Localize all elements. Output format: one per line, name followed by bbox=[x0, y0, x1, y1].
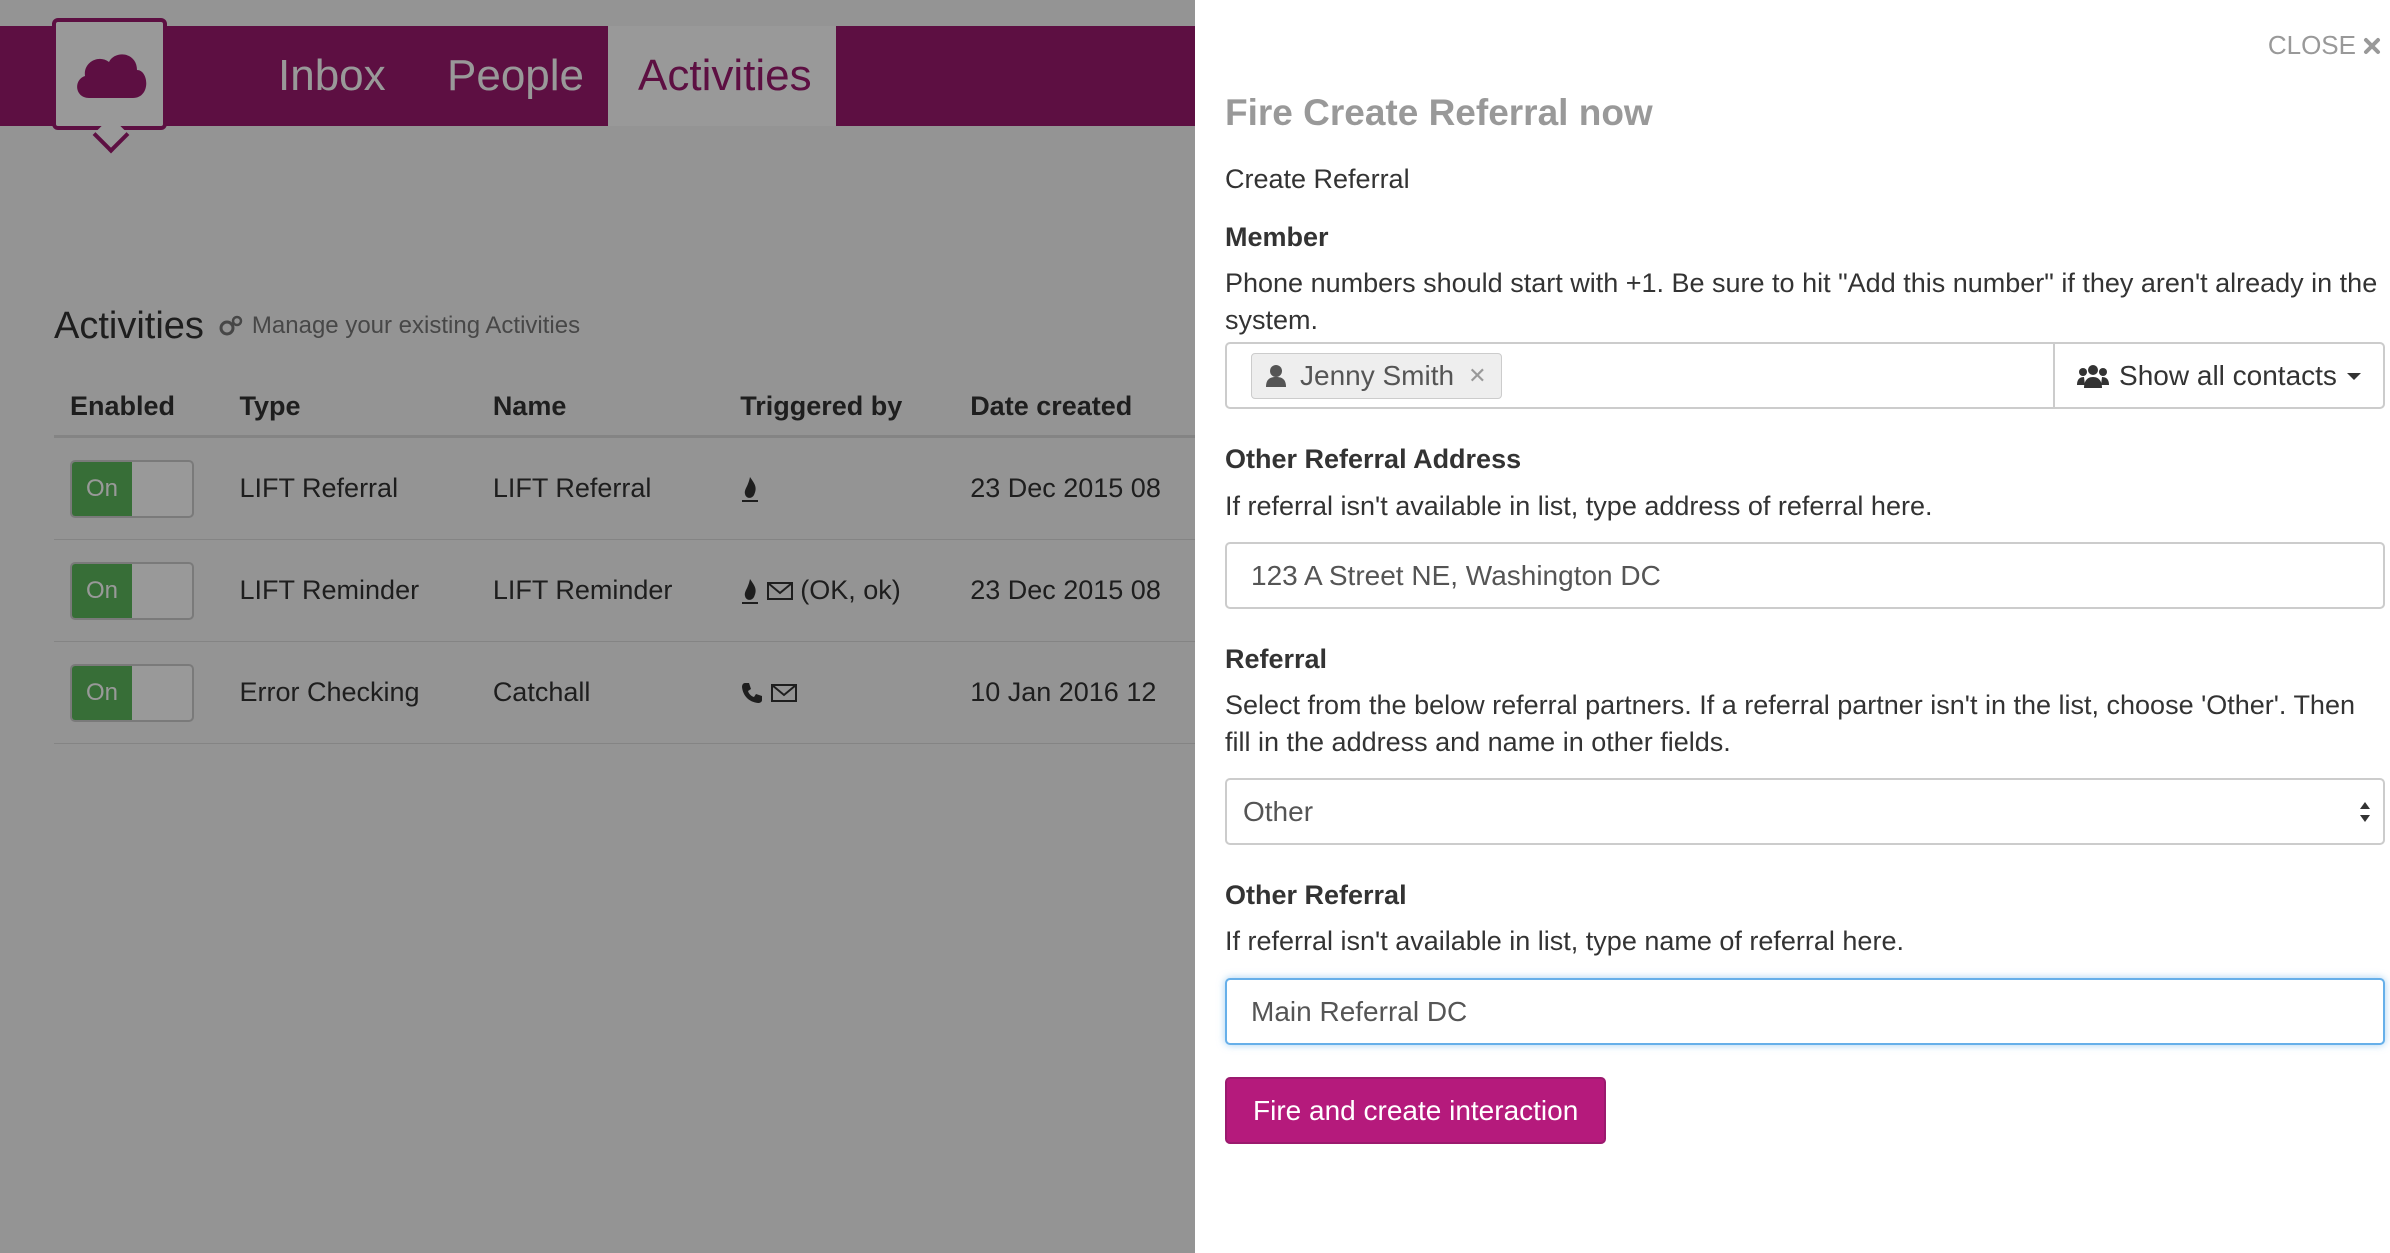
close-button[interactable]: CLOSE bbox=[2268, 30, 2382, 61]
fire-and-create-button[interactable]: Fire and create interaction bbox=[1225, 1077, 1607, 1144]
users-icon bbox=[2077, 364, 2110, 388]
fire-activity-panel: CLOSE Fire Create Referral now Create Re… bbox=[1195, 0, 2390, 1253]
referral-selected: Other bbox=[1243, 795, 1314, 827]
member-label: Member bbox=[1225, 222, 1329, 252]
referral-help: Select from the below referral partners.… bbox=[1225, 690, 2355, 757]
referral-label: Referral bbox=[1225, 644, 1328, 674]
show-all-contacts-button[interactable]: Show all contacts bbox=[2053, 344, 2383, 407]
panel-subtitle: Create Referral bbox=[1225, 164, 1410, 194]
other-address-input[interactable]: 123 A Street NE, Washington DC bbox=[1225, 542, 2385, 609]
member-tags[interactable]: Jenny Smith ✕ bbox=[1227, 344, 2053, 407]
panel-title: Fire Create Referral now bbox=[1225, 92, 1653, 133]
member-tag-label: Jenny Smith bbox=[1300, 359, 1455, 391]
caret-down-icon bbox=[2346, 372, 2361, 380]
show-contacts-label: Show all contacts bbox=[2119, 359, 2337, 391]
member-tag: Jenny Smith ✕ bbox=[1251, 352, 1502, 399]
user-icon bbox=[1266, 364, 1286, 387]
member-picker[interactable]: Jenny Smith ✕ Show all contacts bbox=[1225, 342, 2385, 409]
close-label: CLOSE bbox=[2267, 30, 2356, 60]
modal-backdrop[interactable] bbox=[0, 0, 1195, 1253]
other-referral-help: If referral isn't available in list, typ… bbox=[1225, 926, 1904, 956]
select-arrows-icon bbox=[2360, 801, 2370, 822]
other-referral-input[interactable]: Main Referral DC bbox=[1225, 978, 2385, 1045]
member-help: Phone numbers should start with +1. Be s… bbox=[1225, 268, 2378, 335]
referral-select[interactable]: Other bbox=[1225, 778, 2385, 845]
other-address-help: If referral isn't available in list, typ… bbox=[1225, 491, 1933, 521]
other-referral-label: Other Referral bbox=[1225, 880, 1407, 910]
close-icon bbox=[2364, 37, 2380, 54]
remove-tag-icon[interactable]: ✕ bbox=[1468, 363, 1486, 389]
other-address-label: Other Referral Address bbox=[1225, 444, 1522, 474]
